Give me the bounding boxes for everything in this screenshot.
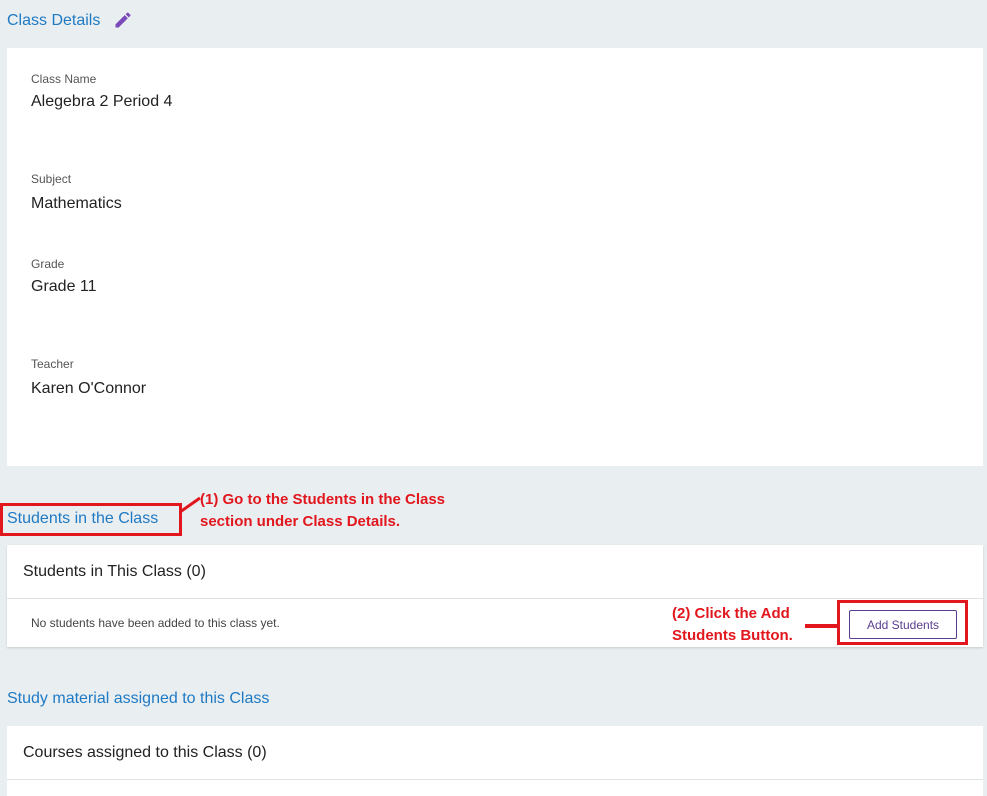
empty-students-message: No students have been added to this clas…	[31, 616, 280, 630]
annotation-connector-1	[179, 496, 201, 514]
class-details-title[interactable]: Class Details	[7, 12, 100, 30]
subject-label: Subject	[31, 172, 72, 186]
students-card-header: Students in This Class (0)	[7, 545, 983, 599]
class-details-card: Class Name Alegebra 2 Period 4 Subject M…	[7, 48, 983, 466]
grade-label: Grade	[31, 257, 65, 271]
grade-value: Grade 11	[31, 278, 97, 295]
courses-card-title: Courses assigned to this Class (0)	[23, 744, 267, 761]
pencil-icon[interactable]	[113, 10, 133, 30]
courses-card-header: Courses assigned to this Class (0)	[7, 726, 983, 780]
teacher-label: Teacher	[31, 357, 74, 371]
class-name-label: Class Name	[31, 72, 97, 86]
annotation-highlight-students-section	[0, 503, 182, 536]
study-material-section-title[interactable]: Study material assigned to this Class	[7, 690, 269, 708]
students-card-title: Students in This Class (0)	[23, 563, 206, 580]
courses-card: Courses assigned to this Class (0)	[7, 726, 983, 796]
annotation-step-2: (2) Click the Add Students Button.	[672, 605, 793, 644]
annotation-step-1: (1) Go to the Students in the Class sect…	[200, 491, 446, 530]
annotation-highlight-add-students	[837, 600, 968, 645]
subject-value: Mathematics	[31, 195, 122, 212]
teacher-value: Karen O'Connor	[31, 380, 147, 397]
class-name-value: Alegebra 2 Period 4	[31, 93, 173, 110]
annotation-connector-2	[805, 624, 837, 628]
